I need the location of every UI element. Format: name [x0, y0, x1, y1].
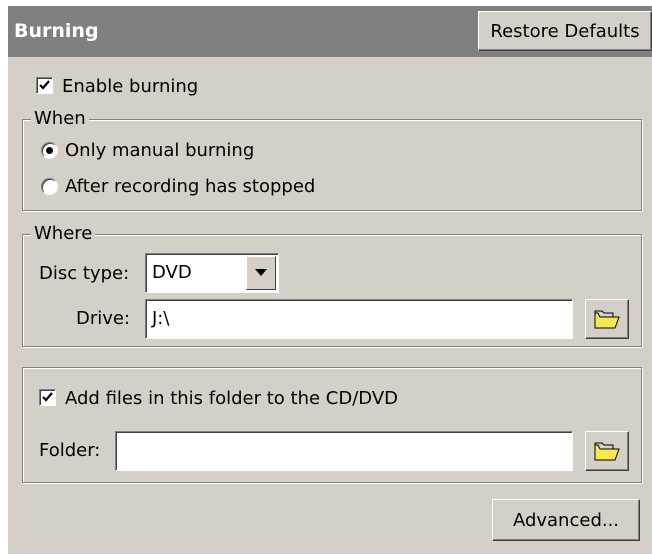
when-group: When Only manual burning After recording… — [22, 108, 642, 211]
page-title: Burning — [14, 20, 99, 42]
restore-defaults-button[interactable]: Restore Defaults — [478, 11, 652, 51]
drive-field[interactable]: J:\ — [145, 299, 573, 339]
enable-burning-label[interactable]: Enable burning — [62, 76, 198, 97]
disc-type-select[interactable]: DVD — [145, 253, 279, 293]
panel-header: Burning Restore Defaults — [8, 6, 652, 56]
check-icon — [39, 80, 50, 90]
enable-burning-checkbox[interactable] — [36, 77, 53, 94]
radio-after-recording[interactable] — [41, 178, 58, 195]
drive-label: Drive: — [76, 308, 131, 329]
add-files-checkbox[interactable] — [39, 389, 56, 406]
chevron-down-icon — [255, 269, 267, 276]
folder-label: Folder: — [39, 440, 101, 461]
advanced-button[interactable]: Advanced... — [492, 499, 640, 541]
folder-icon — [594, 442, 620, 461]
check-icon — [42, 392, 53, 402]
drive-browse-button[interactable] — [585, 299, 629, 339]
where-group-title: Where — [31, 223, 96, 244]
disc-type-label: Disc type: — [39, 263, 130, 284]
disc-type-value: DVD — [152, 262, 192, 283]
radio-selected-dot — [46, 147, 53, 154]
when-group-title: When — [31, 108, 89, 129]
panel-body: Enable burning When Only manual burning … — [8, 56, 652, 555]
where-group: Where Disc type: DVD Drive: J:\ — [22, 223, 642, 347]
add-files-group: Add files in this folder to the CD/DVD F… — [22, 367, 642, 483]
folder-icon — [594, 310, 620, 329]
radio-only-manual-label[interactable]: Only manual burning — [65, 140, 254, 161]
radio-after-recording-label[interactable]: After recording has stopped — [65, 176, 315, 197]
radio-only-manual[interactable] — [41, 142, 58, 159]
drive-value: J:\ — [152, 308, 170, 329]
folder-browse-button[interactable] — [585, 431, 629, 471]
burning-panel: Burning Restore Defaults Enable burning … — [8, 6, 652, 554]
folder-field[interactable] — [115, 431, 573, 471]
add-files-label[interactable]: Add files in this folder to the CD/DVD — [65, 388, 398, 409]
disc-type-dropdown-button[interactable] — [246, 256, 276, 290]
